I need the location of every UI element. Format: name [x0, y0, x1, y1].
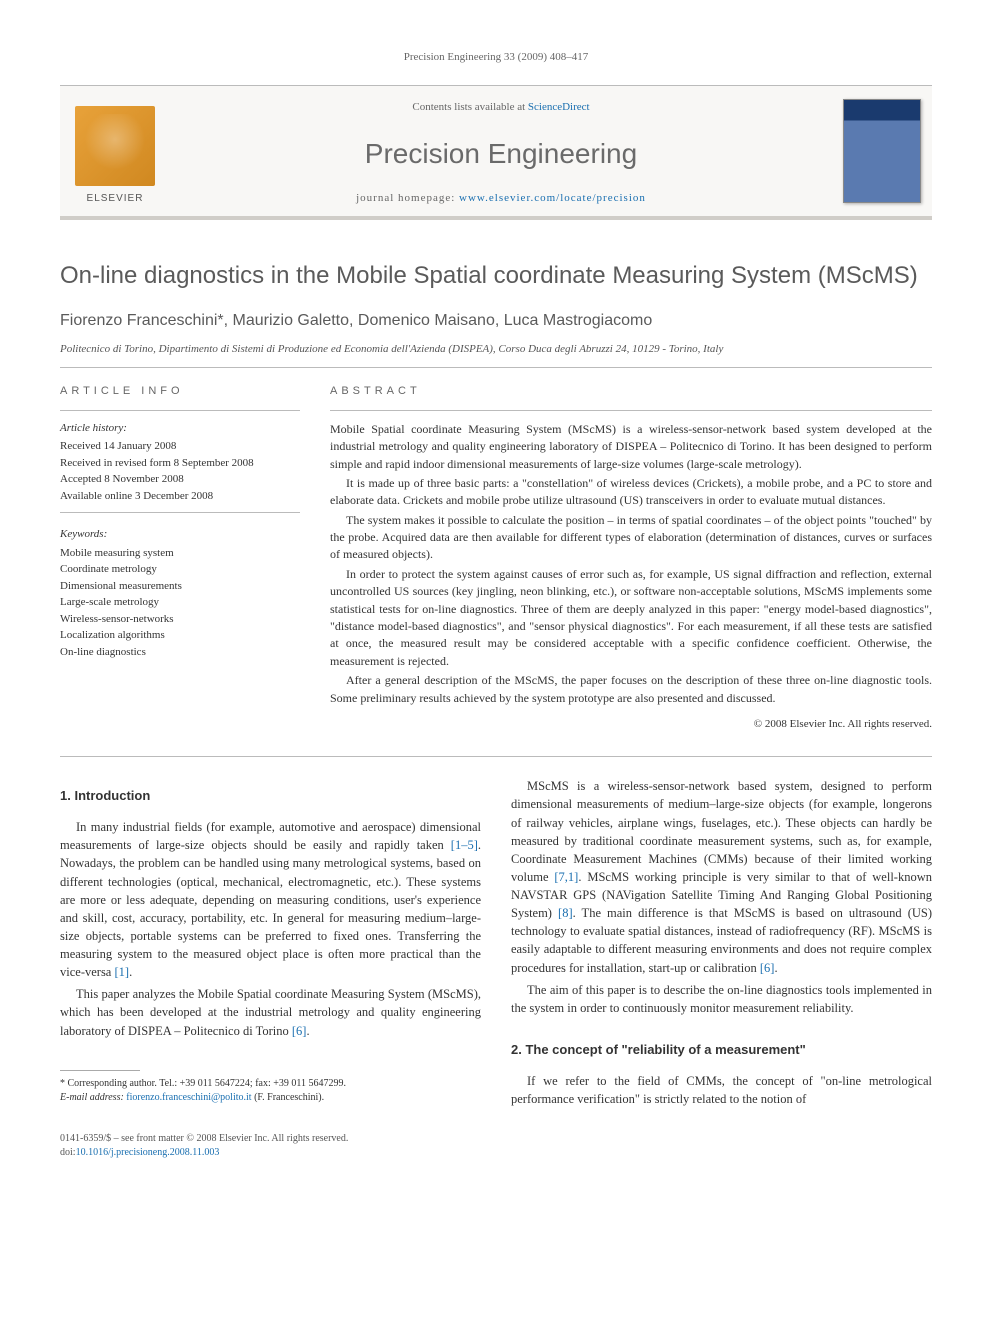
body-text: 1. Introduction In many industrial field…	[60, 777, 932, 1108]
body-paragraph: In many industrial fields (for example, …	[60, 818, 481, 981]
text-run: In many industrial fields (for example, …	[60, 820, 481, 852]
journal-masthead: ELSEVIER Contents lists available at Sci…	[60, 85, 932, 220]
front-matter-meta: 0141-6359/$ – see front matter © 2008 El…	[60, 1132, 932, 1160]
text-run: (F. Franceschini).	[252, 1092, 325, 1103]
text-run: MScMS is a wireless-sensor-network based…	[511, 779, 932, 884]
keyword: On-line diagnostics	[60, 644, 300, 661]
divider	[60, 367, 932, 368]
doi-link[interactable]: 10.1016/j.precisioneng.2008.11.003	[76, 1147, 220, 1158]
body-paragraph: This paper analyzes the Mobile Spatial c…	[60, 985, 481, 1039]
abstract-paragraph: Mobile Spatial coordinate Measuring Syst…	[330, 421, 932, 473]
body-paragraph: MScMS is a wireless-sensor-network based…	[511, 777, 932, 976]
corresponding-author-footnote: * Corresponding author. Tel.: +39 011 56…	[60, 1077, 481, 1105]
keywords-label: Keywords:	[60, 527, 300, 542]
text-run: doi:	[60, 1147, 76, 1158]
abstract-label: abstract	[330, 384, 932, 399]
affiliation: Politecnico di Torino, Dipartimento di S…	[60, 342, 932, 357]
footnote-line: * Corresponding author. Tel.: +39 011 56…	[60, 1077, 481, 1091]
homepage-link[interactable]: www.elsevier.com/locate/precision	[459, 192, 646, 204]
history-line: Accepted 8 November 2008	[60, 471, 300, 488]
publisher-block: ELSEVIER	[60, 86, 170, 216]
body-paragraph: The aim of this paper is to describe the…	[511, 981, 932, 1017]
doi-line: doi:10.1016/j.precisioneng.2008.11.003	[60, 1146, 932, 1160]
cover-thumb-block	[832, 86, 932, 216]
abstract-column: abstract Mobile Spatial coordinate Measu…	[330, 384, 932, 732]
text-run: .	[129, 965, 132, 979]
article-title: On-line diagnostics in the Mobile Spatia…	[60, 260, 932, 291]
footnote-line: E-mail address: fiorenzo.franceschini@po…	[60, 1091, 481, 1105]
citation-link[interactable]: [7,1]	[554, 870, 578, 884]
section-heading: 2. The concept of "reliability of a meas…	[511, 1041, 932, 1060]
divider	[60, 410, 300, 411]
front-matter-line: 0141-6359/$ – see front matter © 2008 El…	[60, 1132, 932, 1146]
keyword: Large-scale metrology	[60, 594, 300, 611]
text-run: .	[306, 1024, 309, 1038]
text-run: This paper analyzes the Mobile Spatial c…	[60, 987, 481, 1037]
copyright-line: © 2008 Elsevier Inc. All rights reserved…	[330, 717, 932, 732]
keyword: Coordinate metrology	[60, 561, 300, 578]
homepage-prefix: journal homepage:	[356, 192, 459, 204]
text-run: . The main difference is that MScMS is b…	[511, 906, 932, 974]
publisher-label: ELSEVIER	[87, 192, 144, 206]
text-run: E-mail address:	[60, 1092, 126, 1103]
body-paragraph: If we refer to the field of CMMs, the co…	[511, 1072, 932, 1108]
footnote-divider	[60, 1070, 140, 1071]
keyword: Dimensional measurements	[60, 578, 300, 595]
citation-link[interactable]: [8]	[558, 906, 573, 920]
keyword: Localization algorithms	[60, 627, 300, 644]
journal-name: Precision Engineering	[180, 134, 822, 173]
contents-line: Contents lists available at ScienceDirec…	[180, 100, 822, 115]
citation-link[interactable]: [6]	[292, 1024, 307, 1038]
divider	[60, 756, 932, 757]
article-info-label: article info	[60, 384, 300, 399]
article-info-column: article info Article history: Received 1…	[60, 384, 300, 732]
history-label: Article history:	[60, 421, 300, 436]
divider	[330, 410, 932, 411]
abstract-paragraph: In order to protect the system against c…	[330, 566, 932, 670]
contents-prefix: Contents lists available at	[412, 101, 527, 113]
keyword: Mobile measuring system	[60, 545, 300, 562]
masthead-center: Contents lists available at ScienceDirec…	[170, 86, 832, 216]
journal-cover-icon	[843, 99, 921, 203]
abstract-paragraph: The system makes it possible to calculat…	[330, 512, 932, 564]
text-run: . Nowadays, the problem can be handled u…	[60, 838, 481, 979]
citation-link[interactable]: [1–5]	[451, 838, 478, 852]
text-run: .	[774, 961, 777, 975]
citation-link[interactable]: [1]	[114, 965, 129, 979]
elsevier-logo-icon	[75, 106, 155, 186]
email-link[interactable]: fiorenzo.franceschini@polito.it	[126, 1092, 251, 1103]
citation-link[interactable]: [6]	[760, 961, 775, 975]
homepage-line: journal homepage: www.elsevier.com/locat…	[180, 191, 822, 206]
section-heading: 1. Introduction	[60, 787, 481, 806]
divider	[60, 512, 300, 513]
abstract-paragraph: It is made up of three basic parts: a "c…	[330, 475, 932, 510]
abstract-paragraph: After a general description of the MScMS…	[330, 672, 932, 707]
sciencedirect-link[interactable]: ScienceDirect	[528, 101, 590, 113]
author-list: Fiorenzo Franceschini*, Maurizio Galetto…	[60, 310, 932, 332]
history-line: Received in revised form 8 September 200…	[60, 455, 300, 472]
running-head: Precision Engineering 33 (2009) 408–417	[60, 50, 932, 65]
history-line: Received 14 January 2008	[60, 438, 300, 455]
history-line: Available online 3 December 2008	[60, 488, 300, 505]
keyword: Wireless-sensor-networks	[60, 611, 300, 628]
